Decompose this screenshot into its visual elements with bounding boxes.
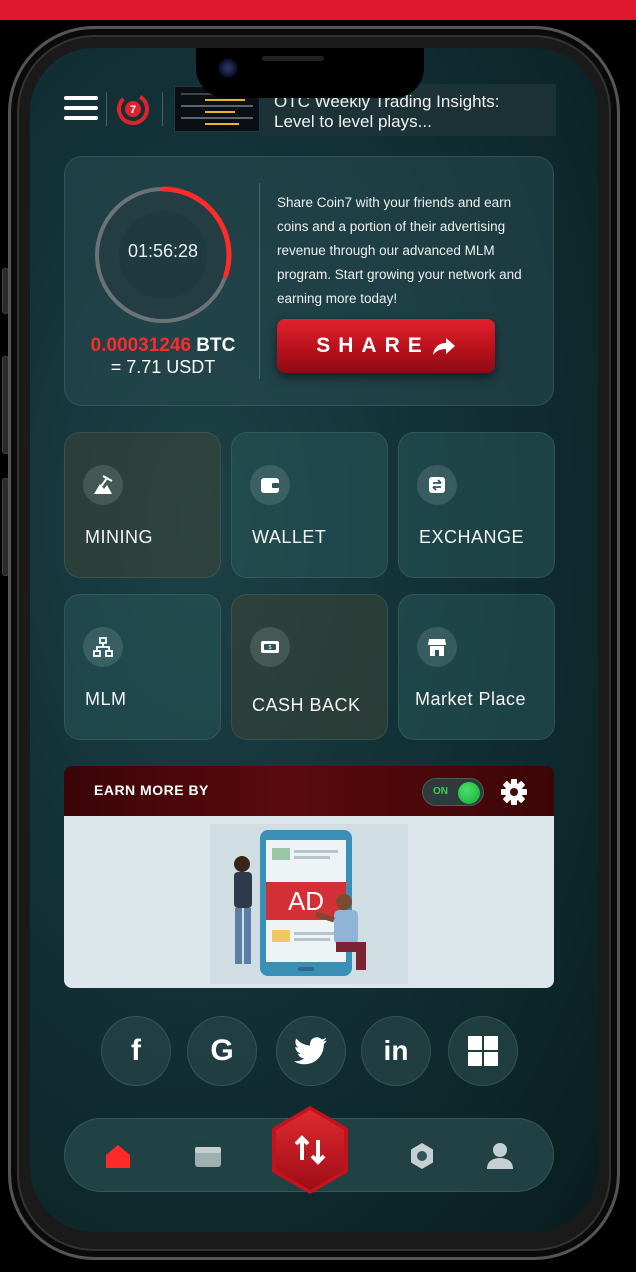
earn-more-header: EARN MORE BY ON (64, 766, 554, 816)
microsoft-icon[interactable] (448, 1016, 518, 1086)
share-arrow-icon (432, 338, 455, 355)
btc-amount: 0.00031246 (90, 335, 192, 356)
store-icon (417, 627, 457, 667)
google-icon[interactable]: G (187, 1016, 257, 1086)
logo-badge-text: 7 (130, 104, 136, 116)
coin7-logo-icon[interactable]: 7 (116, 92, 150, 126)
tile-label: WALLET (252, 527, 327, 547)
tile-mining[interactable]: MINING (64, 432, 221, 578)
facebook-icon[interactable]: f (101, 1016, 171, 1086)
gear-icon[interactable] (500, 778, 528, 806)
google-glyph: G (210, 1034, 234, 1067)
ad-label: AD (288, 886, 324, 916)
hamburger-menu-icon[interactable] (64, 96, 98, 120)
reward-card: 01:56:28 0.00031246 BTC = 7.71 USDT Shar… (64, 156, 554, 406)
linkedin-glyph: in (383, 1035, 409, 1066)
toggle-knob (458, 782, 480, 804)
twitter-icon[interactable] (276, 1016, 346, 1086)
tile-label: CASH BACK (252, 695, 361, 715)
tile-mlm[interactable]: MLM (64, 594, 221, 740)
camera-icon (218, 58, 238, 78)
earn-more-title: EARN MORE BY (94, 782, 209, 798)
header-divider (106, 92, 107, 126)
tile-label: MINING (85, 527, 153, 547)
exchange-icon (417, 465, 457, 505)
wallet-icon[interactable] (193, 1141, 223, 1171)
btc-unit: BTC (196, 335, 236, 356)
tile-label: MLM (85, 689, 127, 709)
share-button-label: SHARE (316, 334, 430, 357)
btc-balance: 0.00031246 BTC (73, 335, 253, 357)
tile-wallet[interactable]: WALLET (231, 432, 388, 578)
speaker-grille (262, 56, 324, 61)
earn-more-toggle[interactable]: ON (422, 778, 484, 806)
facebook-glyph: f (131, 1034, 141, 1067)
settings-icon[interactable] (407, 1141, 437, 1171)
mining-timer-text: 01:56:28 (127, 241, 199, 261)
ad-banner[interactable]: AD (64, 816, 554, 988)
share-description: Share Coin7 with your friends and earn c… (277, 195, 522, 306)
tile-exchange[interactable]: EXCHANGE (398, 432, 555, 578)
mining-timer-ring[interactable]: 01:56:28 (91, 183, 235, 327)
wallet-icon (250, 465, 290, 505)
tile-label: Market Place (415, 689, 527, 709)
cash-back-icon: $ (250, 627, 290, 667)
ad-illustration: AD (210, 824, 408, 984)
mining-icon (83, 465, 123, 505)
profile-icon[interactable] (485, 1141, 515, 1171)
header-divider (162, 92, 163, 126)
home-icon[interactable] (103, 1141, 133, 1171)
linkedin-icon[interactable]: in (361, 1016, 431, 1086)
usdt-value: = 7.71 USDT (110, 357, 216, 377)
earn-more-card: EARN MORE BY ON AD (64, 766, 554, 988)
phone-notch (196, 48, 424, 98)
share-button[interactable]: SHARE (277, 319, 495, 373)
network-icon (83, 627, 123, 667)
toggle-label: ON (433, 786, 448, 797)
tile-market-place[interactable]: Market Place (398, 594, 555, 740)
card-divider (259, 183, 260, 379)
tile-label: EXCHANGE (419, 527, 525, 547)
svg-text:$: $ (269, 645, 272, 651)
trade-center-button[interactable] (264, 1104, 356, 1196)
top-accent-strip (0, 0, 636, 20)
tile-cash-back[interactable]: $ CASH BACK (231, 594, 388, 740)
